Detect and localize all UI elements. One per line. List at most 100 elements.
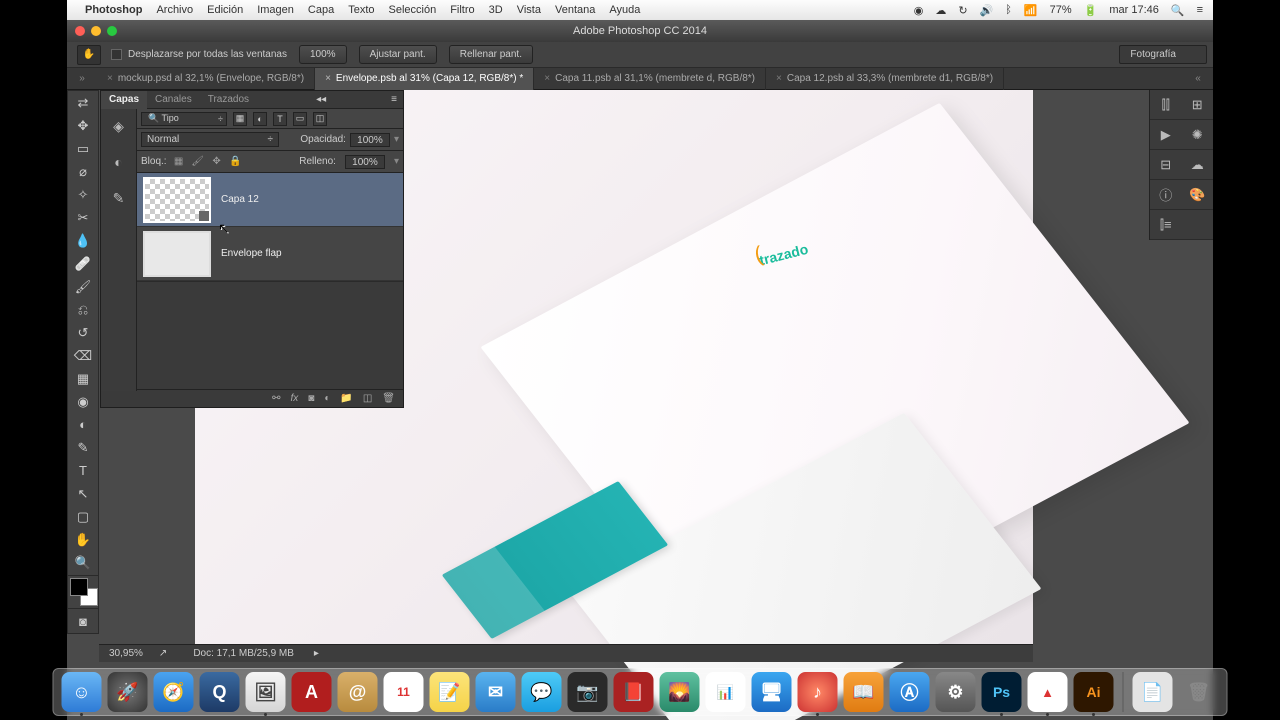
- quicktime-app[interactable]: Q: [200, 672, 240, 712]
- quick-mask-tool[interactable]: ◙: [68, 610, 98, 633]
- double-arrow-icon[interactable]: ⇄: [68, 91, 98, 114]
- layers-icon[interactable]: ◈: [108, 115, 130, 137]
- properties-icon[interactable]: ⫿≡: [1150, 210, 1182, 240]
- filter-shape-icon[interactable]: ▭: [293, 112, 307, 126]
- info-icon[interactable]: ⓘ: [1150, 180, 1182, 210]
- zoom-button[interactable]: [107, 26, 117, 36]
- clock[interactable]: mar 17:46: [1109, 4, 1159, 16]
- adjustments-icon[interactable]: ◐: [108, 151, 130, 173]
- dodge-tool[interactable]: ◐: [68, 413, 98, 436]
- navigator-icon[interactable]: ⊞: [1182, 90, 1214, 120]
- fill-value[interactable]: 100%: [345, 155, 385, 169]
- collapse-panels-icon[interactable]: «: [1183, 73, 1213, 84]
- battery-icon[interactable]: 🔋: [1084, 4, 1098, 17]
- filter-adjustment-icon[interactable]: ◐: [253, 112, 267, 126]
- menu-ayuda[interactable]: Ayuda: [609, 4, 640, 16]
- notification-center-icon[interactable]: ≡: [1197, 4, 1203, 16]
- mail-app[interactable]: ✉: [476, 672, 516, 712]
- appstore-app[interactable]: Ⓐ: [890, 672, 930, 712]
- notes-app[interactable]: 📝: [430, 672, 470, 712]
- history-brush-tool[interactable]: ↺: [68, 321, 98, 344]
- panel-menu-icon[interactable]: ≡: [385, 94, 403, 105]
- photobooth-app[interactable]: 📷: [568, 672, 608, 712]
- color-icon[interactable]: 🎨: [1182, 180, 1214, 210]
- clone-stamp-tool[interactable]: ⎌: [68, 298, 98, 321]
- filter-type-select[interactable]: 🔍 Tipo÷: [141, 112, 227, 126]
- doc-tab-1[interactable]: ×Envelope.psb al 31% (Capa 12, RGB/8*) *: [315, 68, 534, 90]
- hand-tool[interactable]: ✋: [68, 528, 98, 551]
- menu-vista[interactable]: Vista: [517, 4, 541, 16]
- color-swatches[interactable]: [70, 578, 98, 606]
- photoshop-app[interactable]: Ps: [982, 672, 1022, 712]
- channels-tab[interactable]: Canales: [147, 94, 200, 105]
- layer-style-icon[interactable]: fx: [291, 393, 299, 404]
- libraries-icon[interactable]: ☁: [1182, 150, 1214, 180]
- opacity-value[interactable]: 100%: [350, 133, 390, 147]
- workspace-switcher[interactable]: Fotografía: [1119, 45, 1207, 64]
- expand-panels-icon[interactable]: »: [67, 73, 97, 84]
- lock-all-icon[interactable]: 🔒: [229, 155, 243, 169]
- finder-app[interactable]: ☺: [62, 672, 102, 712]
- itunes-app[interactable]: ♪: [798, 672, 838, 712]
- zoom-level[interactable]: 30,95%: [99, 648, 153, 659]
- photos-app[interactable]: 🌄: [660, 672, 700, 712]
- acrobat-app[interactable]: ▲: [1028, 672, 1068, 712]
- battery-percent[interactable]: 77%: [1050, 4, 1072, 16]
- close-icon[interactable]: ×: [325, 73, 331, 84]
- lasso-tool[interactable]: ⌀: [68, 160, 98, 183]
- doc-tab-0[interactable]: ×mockup.psd al 32,1% (Envelope, RGB/8*): [97, 68, 315, 90]
- filter-pixel-icon[interactable]: ▦: [233, 112, 247, 126]
- bluetooth-icon[interactable]: ᛒ: [1005, 4, 1012, 16]
- histogram-icon[interactable]: ⫿⫿: [1150, 90, 1182, 120]
- sync-icon[interactable]: ☁: [935, 4, 946, 17]
- healing-brush-tool[interactable]: 🩹: [68, 252, 98, 275]
- layers-tab[interactable]: Capas: [101, 91, 147, 109]
- ibooks-app[interactable]: 📖: [844, 672, 884, 712]
- menu-3d[interactable]: 3D: [489, 4, 503, 16]
- layer-row[interactable]: 👁 Capa 12: [101, 173, 403, 227]
- layer-row[interactable]: 👁 Envelope flap: [101, 227, 403, 281]
- status-menu-icon[interactable]: ▸: [314, 648, 319, 659]
- app-name[interactable]: Photoshop: [85, 4, 142, 16]
- blend-mode-select[interactable]: Normal÷: [141, 132, 279, 147]
- menu-edicion[interactable]: Edición: [207, 4, 243, 16]
- actions-icon[interactable]: ▶: [1150, 120, 1182, 150]
- layer-name[interactable]: Capa 12: [221, 194, 259, 205]
- delete-layer-icon[interactable]: 🗑: [382, 393, 395, 404]
- calendar-app[interactable]: 11: [384, 672, 424, 712]
- messages-app[interactable]: 💬: [522, 672, 562, 712]
- close-icon[interactable]: ×: [107, 73, 113, 84]
- document-size[interactable]: Doc: 17,1 MB/25,9 MB: [173, 648, 314, 659]
- spotlight-icon[interactable]: 🔍: [1171, 4, 1185, 17]
- styles-icon[interactable]: ✺: [1182, 120, 1214, 150]
- numbers-app[interactable]: 📊: [706, 672, 746, 712]
- settings-app[interactable]: ⚙: [936, 672, 976, 712]
- move-tool[interactable]: ✥: [68, 114, 98, 137]
- close-icon[interactable]: ×: [544, 73, 550, 84]
- launchpad-app[interactable]: 🚀: [108, 672, 148, 712]
- eyedropper-tool[interactable]: 💧: [68, 229, 98, 252]
- preview-app[interactable]: 🖼: [246, 672, 286, 712]
- share-icon[interactable]: ↗: [153, 648, 173, 659]
- path-selection-tool[interactable]: ↖: [68, 482, 98, 505]
- volume-icon[interactable]: 🔊: [980, 4, 994, 17]
- menu-texto[interactable]: Texto: [348, 4, 374, 16]
- screencast-icon[interactable]: ◉: [914, 4, 924, 17]
- lock-transparency-icon[interactable]: ▦: [172, 155, 186, 169]
- safari-app[interactable]: 🧭: [154, 672, 194, 712]
- zoom-100-button[interactable]: 100%: [299, 45, 347, 64]
- trash-icon[interactable]: 🗑: [1179, 672, 1219, 712]
- marquee-tool[interactable]: ▭: [68, 137, 98, 160]
- adjustments-panel-icon[interactable]: ⊟: [1150, 150, 1182, 180]
- layer-thumbnail[interactable]: [143, 177, 211, 223]
- zoom-tool[interactable]: 🔍: [68, 551, 98, 574]
- adobe-app[interactable]: A: [292, 672, 332, 712]
- menu-archivo[interactable]: Archivo: [156, 4, 193, 16]
- pen-tool[interactable]: ✎: [68, 436, 98, 459]
- layer-thumbnail[interactable]: [143, 231, 211, 277]
- crop-tool[interactable]: ✂: [68, 206, 98, 229]
- paths-tab[interactable]: Trazados: [200, 94, 257, 105]
- lock-position-icon[interactable]: ✥: [210, 155, 224, 169]
- wifi-icon[interactable]: 📶: [1024, 4, 1038, 17]
- blur-tool[interactable]: ◉: [68, 390, 98, 413]
